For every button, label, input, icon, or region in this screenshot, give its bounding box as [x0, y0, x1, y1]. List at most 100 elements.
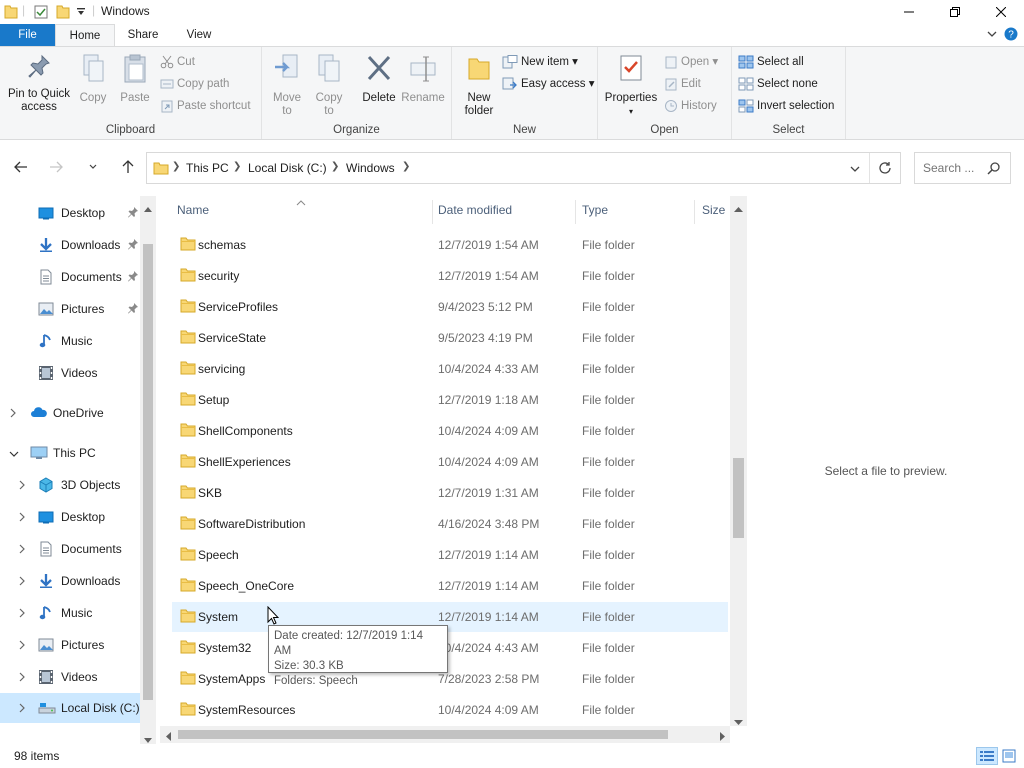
- column-header-type[interactable]: Type: [582, 196, 692, 226]
- nav-item-downloads[interactable]: Downloads: [0, 566, 140, 596]
- address-dropdown-icon[interactable]: [849, 163, 861, 178]
- chevron-down-icon[interactable]: [986, 28, 998, 43]
- properties-quick-access-icon[interactable]: [33, 4, 49, 20]
- paste-button[interactable]: Paste: [116, 53, 154, 105]
- scroll-right-icon[interactable]: [720, 730, 726, 744]
- nav-item-documents[interactable]: Documents: [0, 534, 140, 564]
- history-button[interactable]: History: [664, 96, 717, 116]
- table-row[interactable]: ServiceState 9/5/2023 4:19 PM File folder: [172, 323, 728, 353]
- breadcrumb-local-disk[interactable]: Local Disk (C:): [248, 161, 327, 175]
- rename-button[interactable]: Rename: [400, 53, 446, 105]
- nav-item-downloads[interactable]: Downloads: [0, 230, 140, 260]
- select-none-button[interactable]: Select none: [738, 74, 818, 94]
- table-row[interactable]: schemas 12/7/2019 1:54 AM File folder: [172, 230, 728, 260]
- scroll-up-icon[interactable]: [734, 201, 743, 215]
- nav-item-videos[interactable]: Videos: [0, 662, 140, 692]
- move-to-button[interactable]: Move to: [268, 53, 306, 118]
- pin-icon[interactable]: [127, 239, 138, 253]
- table-row[interactable]: Speech_OneCore 12/7/2019 1:14 AM File fold…: [172, 571, 728, 601]
- column-divider[interactable]: [575, 200, 576, 224]
- scroll-down-icon[interactable]: [734, 715, 743, 729]
- column-header-name[interactable]: Name: [177, 196, 432, 226]
- chevron-right-icon[interactable]: [18, 607, 26, 621]
- easy-access-button[interactable]: Easy access ▾: [502, 74, 595, 94]
- file-list-scroll-thumb[interactable]: [733, 458, 744, 538]
- select-all-button[interactable]: Select all: [738, 52, 804, 72]
- details-view-button[interactable]: [976, 747, 998, 765]
- maximize-button[interactable]: [932, 0, 978, 24]
- new-item-button[interactable]: New item ▾: [502, 52, 578, 72]
- table-row[interactable]: ServiceProfiles 9/4/2023 5:12 PM File fold…: [172, 292, 728, 322]
- nav-item-desktop[interactable]: Desktop: [0, 502, 140, 532]
- refresh-icon[interactable]: [878, 161, 892, 178]
- nav-item-documents[interactable]: Documents: [0, 262, 140, 292]
- chevron-down-icon[interactable]: [9, 447, 19, 461]
- scroll-left-icon[interactable]: [165, 730, 171, 744]
- search-icon[interactable]: [987, 161, 1001, 178]
- open-button[interactable]: Open ▾: [664, 52, 718, 72]
- up-button[interactable]: [118, 158, 138, 178]
- table-row[interactable]: servicing 10/4/2024 4:33 AM File folder: [172, 354, 728, 384]
- help-icon[interactable]: ?: [1004, 27, 1018, 44]
- paste-shortcut-button[interactable]: Paste shortcut: [160, 96, 251, 116]
- chevron-right-icon[interactable]: [18, 639, 26, 653]
- tab-share[interactable]: Share: [115, 24, 171, 46]
- breadcrumb-windows[interactable]: Windows: [346, 161, 395, 175]
- nav-item-videos[interactable]: Videos: [0, 358, 140, 388]
- file-list-horizontal-scrollbar[interactable]: [160, 726, 730, 743]
- table-row[interactable]: Setup 12/7/2019 1:18 AM File folder: [172, 385, 728, 415]
- nav-item-music[interactable]: Music: [0, 598, 140, 628]
- chevron-right-icon[interactable]: [18, 479, 26, 493]
- edit-button[interactable]: Edit: [664, 74, 701, 94]
- pin-icon[interactable]: [127, 207, 138, 221]
- customize-quick-access-icon[interactable]: [76, 6, 86, 22]
- column-header-date-modified[interactable]: Date modified: [438, 196, 574, 226]
- table-row[interactable]: SKB 12/7/2019 1:31 AM File folder: [172, 478, 728, 508]
- table-row[interactable]: System 12/7/2019 1:14 AM File folder: [172, 602, 728, 632]
- nav-item-pictures[interactable]: Pictures: [0, 630, 140, 660]
- minimize-button[interactable]: [886, 0, 932, 24]
- table-row[interactable]: System32 10/4/2024 4:43 AM File folder: [172, 633, 728, 663]
- breadcrumb-this-pc[interactable]: This PC: [186, 161, 229, 175]
- nav-item-this-pc[interactable]: This PC: [0, 438, 140, 468]
- table-row[interactable]: security 12/7/2019 1:54 AM File folder: [172, 261, 728, 291]
- address-bar[interactable]: ❯ This PC ❯ Local Disk (C:) ❯ Windows ❯: [146, 152, 901, 184]
- table-row[interactable]: ShellExperiences 10/4/2024 4:09 AM File fo…: [172, 447, 728, 477]
- new-folder-quick-access-icon[interactable]: [56, 4, 70, 20]
- nav-item-onedrive[interactable]: OneDrive: [0, 398, 140, 428]
- breadcrumb-separator[interactable]: ❯: [233, 161, 241, 172]
- table-row[interactable]: SystemApps 7/28/2023 2:58 PM File folder: [172, 664, 728, 694]
- properties-button[interactable]: Properties ▾: [602, 53, 660, 118]
- search-box[interactable]: [914, 152, 1011, 184]
- invert-selection-button[interactable]: Invert selection: [738, 96, 834, 116]
- nav-item-music[interactable]: Music: [0, 326, 140, 356]
- back-button[interactable]: [11, 158, 31, 178]
- file-list-vertical-scrollbar[interactable]: [730, 196, 747, 726]
- delete-button[interactable]: Delete: [360, 53, 398, 105]
- scroll-up-icon[interactable]: [144, 201, 152, 215]
- copy-button[interactable]: Copy: [74, 53, 112, 105]
- new-folder-button[interactable]: New folder: [460, 53, 498, 118]
- breadcrumb-separator[interactable]: ❯: [331, 161, 339, 172]
- chevron-right-icon[interactable]: [18, 671, 26, 685]
- table-row[interactable]: Speech 12/7/2019 1:14 AM File folder: [172, 540, 728, 570]
- recent-locations-button[interactable]: [83, 158, 103, 178]
- copy-path-button[interactable]: Copy path: [160, 74, 229, 94]
- table-row[interactable]: ShellComponents 10/4/2024 4:09 AM File fol…: [172, 416, 728, 446]
- cut-button[interactable]: Cut: [160, 52, 195, 72]
- column-divider[interactable]: [694, 200, 695, 224]
- breadcrumb-separator[interactable]: ❯: [402, 161, 410, 172]
- horizontal-scroll-thumb[interactable]: [178, 730, 668, 739]
- forward-button[interactable]: [46, 158, 66, 178]
- chevron-right-icon[interactable]: [18, 543, 26, 557]
- breadcrumb-separator[interactable]: ❯: [172, 161, 180, 172]
- pin-to-quick-access-button[interactable]: Pin to Quick access: [4, 53, 74, 114]
- column-header-size[interactable]: Size: [702, 196, 732, 226]
- scroll-down-icon[interactable]: [144, 733, 152, 744]
- tab-home[interactable]: Home: [55, 24, 115, 46]
- nav-item-local-disk-c[interactable]: Local Disk (C:): [0, 693, 140, 723]
- close-button[interactable]: [978, 0, 1024, 24]
- nav-item-desktop[interactable]: Desktop: [0, 198, 140, 228]
- tab-file[interactable]: File: [0, 24, 55, 46]
- search-input[interactable]: [923, 161, 983, 175]
